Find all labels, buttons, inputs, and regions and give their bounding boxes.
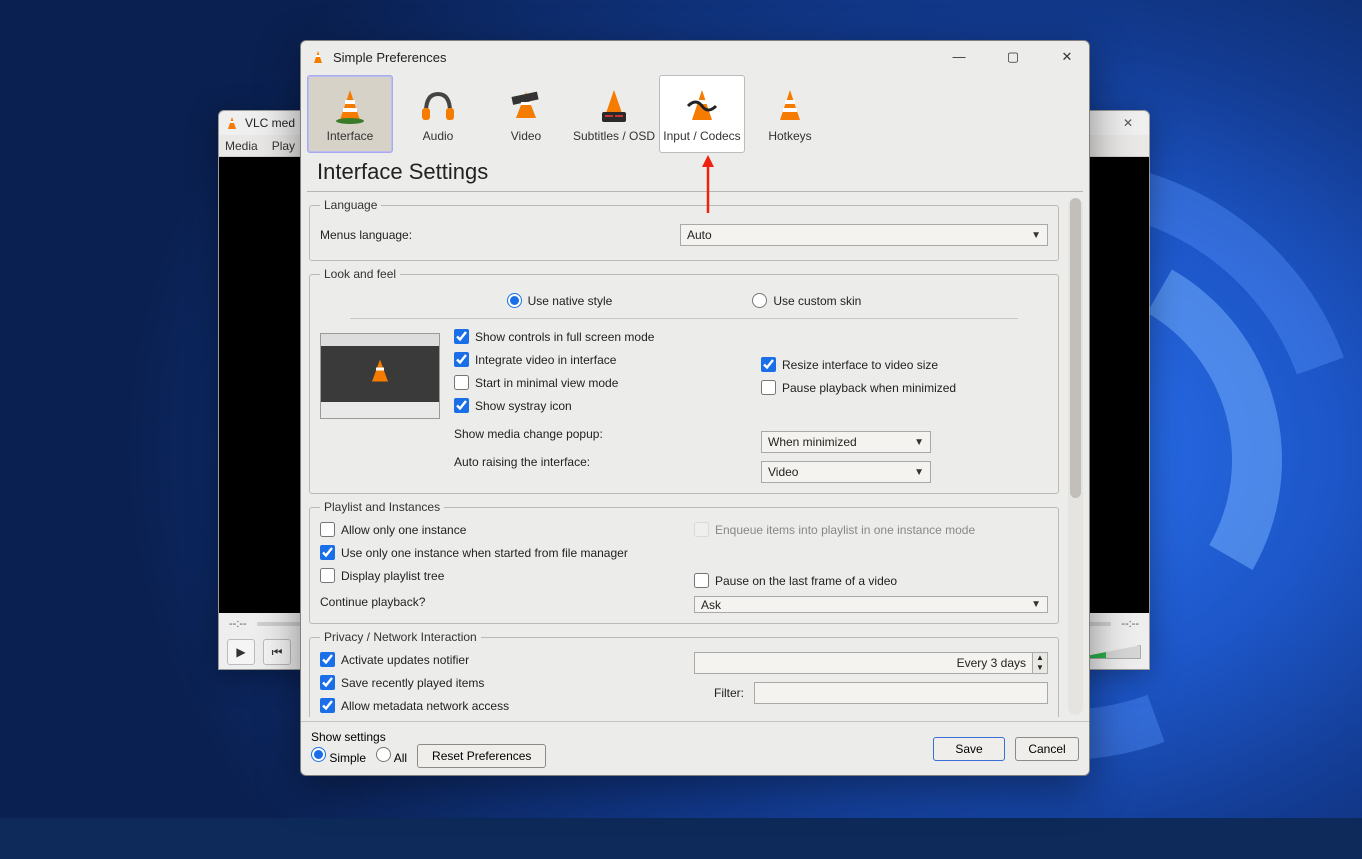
cone-icon (329, 85, 371, 127)
chevron-down-icon: ▼ (1031, 230, 1041, 241)
playlist-legend: Playlist and Instances (320, 500, 444, 514)
tab-interface[interactable]: Interface (307, 75, 393, 153)
cone-icon (769, 85, 811, 127)
scrollbar[interactable] (1068, 198, 1083, 715)
raising-select[interactable]: Video▼ (761, 461, 931, 483)
updates-interval-spin[interactable]: Every 3 days ▲▼ (694, 652, 1048, 674)
clapper-icon (505, 85, 547, 127)
prefs-tabs: Interface Audio Video Subtitles / OSD In… (301, 73, 1089, 153)
chk-updates[interactable]: Activate updates notifier (320, 652, 674, 667)
chk-pause-last-frame[interactable]: Pause on the last frame of a video (694, 573, 1048, 588)
save-button[interactable]: Save (933, 737, 1005, 761)
preferences-window: Simple Preferences — ▢ ✕ Interface Audio… (300, 40, 1090, 776)
updates-interval-value: Every 3 days (694, 652, 1033, 674)
prefs-footer: Show settings Simple All Reset Preferenc… (301, 721, 1089, 775)
scrollbar-thumb[interactable] (1070, 198, 1081, 498)
prefs-title: Simple Preferences (333, 50, 446, 65)
radio-simple[interactable]: Simple (311, 747, 366, 765)
vlc-cone-icon (311, 50, 325, 64)
maximize-icon[interactable]: ▢ (1001, 49, 1025, 65)
chk-resize[interactable]: Resize interface to video size (761, 357, 1048, 372)
tab-input-label: Input / Codecs (663, 129, 740, 143)
tab-audio-label: Audio (423, 129, 454, 143)
prefs-titlebar[interactable]: Simple Preferences — ▢ ✕ (301, 41, 1089, 73)
chk-metadata[interactable]: Allow metadata network access (320, 698, 674, 713)
tab-hotkeys-label: Hotkeys (768, 129, 811, 143)
continue-select[interactable]: Ask▼ (694, 596, 1048, 613)
radio-all[interactable]: All (376, 747, 407, 765)
chevron-down-icon: ▼ (914, 437, 924, 448)
close-icon[interactable]: ✕ (1055, 49, 1079, 65)
play-button[interactable]: ▶ (227, 639, 255, 665)
look-legend: Look and feel (320, 267, 400, 281)
chk-one-from-fm[interactable]: Use only one instance when started from … (320, 545, 674, 560)
subtitle-icon (593, 85, 635, 127)
vlc-close-icon[interactable]: ✕ (1113, 116, 1143, 130)
tab-subtitles-label: Subtitles / OSD (573, 129, 655, 143)
interface-preview (320, 333, 440, 419)
chevron-down-icon: ▼ (914, 467, 924, 478)
prev-button[interactable]: ⏮ (263, 639, 291, 665)
minimize-icon[interactable]: — (947, 49, 971, 65)
chk-systray[interactable]: Show systray icon (454, 398, 741, 413)
spin-down-icon[interactable]: ▼ (1033, 663, 1047, 673)
raising-label: Auto raising the interface: (454, 455, 654, 469)
vlc-title-text: VLC med (245, 116, 295, 130)
filter-label: Filter: (694, 686, 744, 700)
menu-playback[interactable]: Play (272, 139, 295, 153)
privacy-legend: Privacy / Network Interaction (320, 630, 481, 644)
tab-subtitles[interactable]: Subtitles / OSD (571, 75, 657, 153)
chevron-down-icon: ▼ (1031, 599, 1041, 610)
tab-video[interactable]: Video (483, 75, 569, 153)
spin-up-icon[interactable]: ▲ (1033, 653, 1047, 663)
group-playlist: Playlist and Instances Allow only one in… (309, 500, 1059, 624)
popup-label: Show media change popup: (454, 427, 654, 441)
group-privacy: Privacy / Network Interaction Activate u… (309, 630, 1059, 717)
tab-audio[interactable]: Audio (395, 75, 481, 153)
menus-language-label: Menus language: (320, 228, 680, 242)
menu-media[interactable]: Media (225, 139, 258, 153)
chk-one-instance[interactable]: Allow only one instance (320, 522, 674, 537)
language-legend: Language (320, 198, 381, 212)
radio-native-style[interactable]: Use native style (507, 293, 613, 308)
prefs-scroll-area: Language Menus language: Auto ▼ Look and … (307, 192, 1061, 717)
filter-input[interactable] (754, 682, 1048, 704)
tab-interface-label: Interface (327, 129, 374, 143)
menus-language-select[interactable]: Auto ▼ (680, 224, 1048, 246)
popup-select[interactable]: When minimized▼ (761, 431, 931, 453)
chk-recent[interactable]: Save recently played items (320, 675, 674, 690)
tab-input-codecs[interactable]: Input / Codecs (659, 75, 745, 153)
chk-minimal-view[interactable]: Start in minimal view mode (454, 375, 741, 390)
chk-playlist-tree[interactable]: Display playlist tree (320, 568, 674, 583)
chk-show-controls[interactable]: Show controls in full screen mode (454, 329, 741, 344)
page-title: Interface Settings (307, 153, 1083, 192)
continue-label: Continue playback? (320, 595, 425, 609)
menus-language-value: Auto (687, 228, 712, 242)
chk-integrate-video[interactable]: Integrate video in interface (454, 352, 741, 367)
radio-custom-skin[interactable]: Use custom skin (752, 293, 861, 308)
cancel-button[interactable]: Cancel (1015, 737, 1079, 761)
cable-cone-icon (681, 85, 723, 127)
headphones-icon (417, 85, 459, 127)
tab-hotkeys[interactable]: Hotkeys (747, 75, 833, 153)
group-look-and-feel: Look and feel Use native style Use custo… (309, 267, 1059, 494)
time-remaining: --:-- (1121, 618, 1139, 630)
group-language: Language Menus language: Auto ▼ (309, 198, 1059, 261)
reset-preferences-button[interactable]: Reset Preferences (417, 744, 546, 768)
chk-enqueue: Enqueue items into playlist in one insta… (694, 522, 1048, 537)
show-settings-label: Show settings (311, 730, 546, 744)
vlc-cone-icon (225, 116, 239, 130)
time-elapsed: --:-- (229, 618, 247, 630)
tab-video-label: Video (511, 129, 541, 143)
chk-pause-minimized[interactable]: Pause playback when minimized (761, 380, 1048, 395)
